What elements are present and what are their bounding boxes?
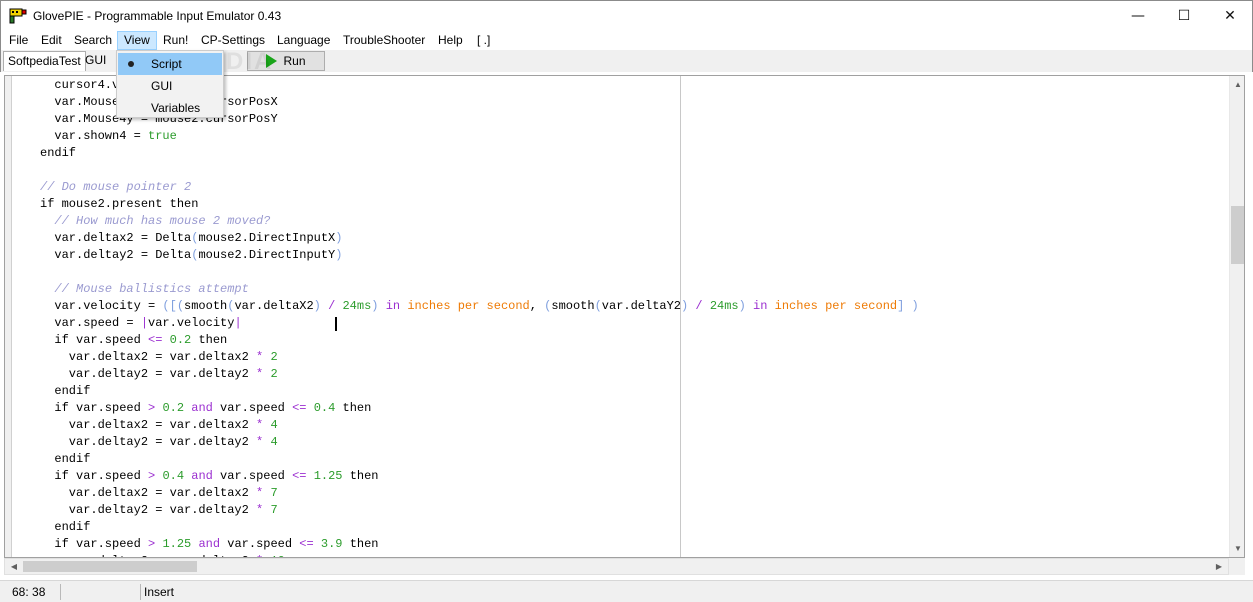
view-menu-item-script[interactable]: Script [118, 53, 222, 75]
code-line: if var.speed > 0.4 and var.speed <= 1.25… [40, 469, 379, 483]
code-line: var.deltax2 = var.deltax2 * 7 [40, 486, 278, 500]
view-menu-item-gui[interactable]: GUI [118, 75, 222, 97]
code-line: var.deltax2 = var.deltax2 * 2 [40, 350, 278, 364]
view-menu-label: Script [151, 57, 182, 71]
view-menu-label: GUI [151, 79, 173, 93]
view-dropdown-menu: Script GUI Variables [116, 50, 224, 118]
tab-script-file[interactable]: SoftpediaTest [3, 51, 86, 71]
code-line: endif [40, 520, 91, 534]
run-button-label: Run [283, 54, 306, 68]
code-line: var.deltay2 = Delta(mouse2.DirectInputY) [40, 248, 343, 262]
code-line: endif [40, 452, 91, 466]
code-line: // Mouse ballistics attempt [54, 282, 249, 296]
radio-selected-icon [128, 61, 134, 67]
code-line: var.speed = |var.velocity| [40, 316, 242, 330]
vertical-scroll-thumb[interactable] [1231, 206, 1244, 264]
tab-gui[interactable]: GUI [81, 51, 110, 71]
cursor-position: 68: 38 [12, 585, 46, 599]
status-bar: 68: 38 Insert [0, 580, 1253, 602]
status-divider [140, 584, 141, 600]
menu-cp-settings[interactable]: CP-Settings [201, 31, 265, 50]
script-editor[interactable]: cursor4.visible = true var.Mouse4x = mou… [4, 75, 1245, 558]
code-line: if var.speed > 1.25 and var.speed <= 3.9… [40, 537, 379, 551]
menu-search[interactable]: Search [74, 31, 112, 50]
code-line: var.deltay2 = var.deltay2 * 4 [40, 435, 278, 449]
code-line: if var.speed <= 0.2 then [40, 333, 228, 347]
maximize-button[interactable]: ☐ [1161, 1, 1207, 31]
scroll-right-arrow-icon[interactable]: ▶ [1212, 559, 1226, 574]
editor-gutter [5, 76, 12, 557]
menu-extra[interactable]: [ .] [477, 31, 490, 50]
code-line: var.deltay2 = var.deltay2 * 7 [40, 503, 278, 517]
run-button[interactable]: Run [247, 51, 325, 71]
code-line: var.shown4 = true [40, 129, 177, 143]
text-caret [335, 317, 337, 331]
menu-edit[interactable]: Edit [41, 31, 62, 50]
code-line: // Do mouse pointer 2 [40, 180, 192, 194]
menu-help[interactable]: Help [438, 31, 463, 50]
code-line: if mouse2.present then [40, 197, 199, 211]
close-icon: ✕ [1224, 8, 1236, 24]
title-bar: GlovePIE - Programmable Input Emulator 0… [0, 0, 1253, 31]
view-menu-item-variables[interactable]: Variables [118, 97, 222, 119]
scrollbar-corner [1229, 558, 1245, 575]
edit-mode: Insert [144, 585, 175, 599]
menu-bar: File Edit Search View Run! CP-Settings L… [0, 31, 1253, 50]
close-button[interactable]: ✕ [1207, 1, 1253, 31]
status-divider [60, 584, 61, 600]
code-line: endif [40, 384, 91, 398]
menu-run[interactable]: Run! [163, 31, 188, 50]
view-menu-label: Variables [151, 101, 201, 115]
code-line: if var.speed > 0.2 and var.speed <= 0.4 … [40, 401, 372, 415]
play-icon [266, 54, 278, 68]
code-line: var.velocity = ([(smooth(var.deltaX2) / … [40, 299, 919, 313]
maximize-icon: ☐ [1177, 8, 1191, 24]
scroll-down-arrow-icon[interactable]: ▼ [1230, 540, 1244, 557]
minimize-icon: — [1131, 8, 1145, 24]
window-title: GlovePIE - Programmable Input Emulator 0… [33, 9, 282, 23]
minimize-button[interactable]: — [1115, 1, 1161, 31]
menu-file[interactable]: File [9, 31, 28, 50]
horizontal-scrollbar[interactable]: ◀ ▶ [4, 558, 1229, 575]
menu-troubleshooter[interactable]: TroubleShooter [343, 31, 425, 50]
scroll-left-arrow-icon[interactable]: ◀ [7, 559, 21, 574]
scroll-up-arrow-icon[interactable]: ▲ [1230, 76, 1244, 93]
vertical-scrollbar[interactable]: ▲ ▼ [1229, 76, 1244, 557]
menu-view[interactable]: View [117, 31, 157, 50]
glovepie-app-icon [9, 8, 27, 24]
code-line: // How much has mouse 2 moved? [54, 214, 271, 228]
code-line: endif [40, 146, 77, 160]
code-area[interactable]: cursor4.visible = true var.Mouse4x = mou… [40, 77, 919, 557]
code-line: var.deltax2 = var.deltax2 * 4 [40, 418, 278, 432]
code-line: var.deltay2 = var.deltay2 * 2 [40, 367, 278, 381]
menu-language[interactable]: Language [277, 31, 330, 50]
code-line: var.deltax2 = Delta(mouse2.DirectInputX) [40, 231, 343, 245]
horizontal-scroll-thumb[interactable] [23, 561, 197, 572]
